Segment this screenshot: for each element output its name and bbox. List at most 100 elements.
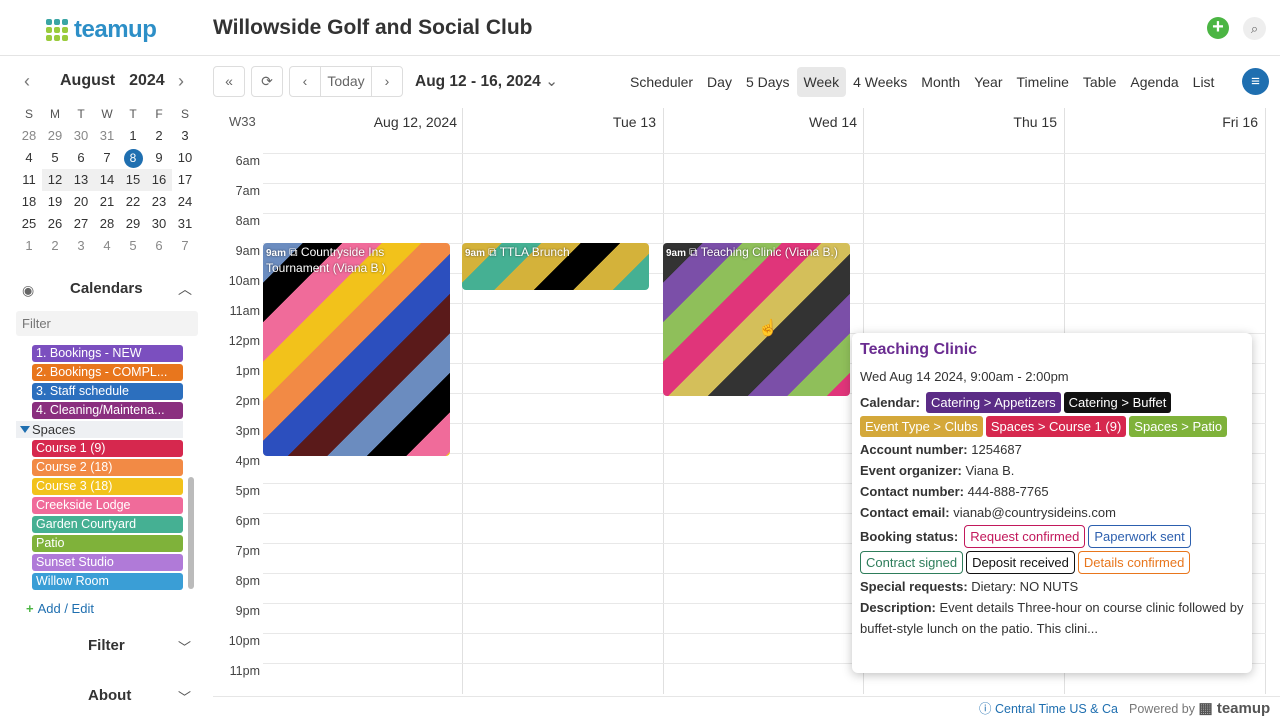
prev-week-button[interactable]: ‹ [289, 66, 321, 97]
mini-day[interactable]: 7 [94, 147, 120, 169]
sidebar-scrollbar[interactable] [188, 477, 194, 589]
refresh-button[interactable]: ⟳ [251, 66, 283, 97]
teamup-logo[interactable]: teamup [46, 16, 157, 44]
mini-day[interactable]: 10 [172, 147, 198, 169]
calendar-event[interactable]: 9am ⧉ Teaching Clinic (Viana B.) [663, 243, 850, 396]
calendar-tag[interactable]: Catering > Appetizers [925, 392, 1061, 413]
mini-day[interactable]: 2 [42, 235, 68, 257]
mini-day[interactable]: 30 [146, 213, 172, 235]
mini-day[interactable]: 13 [68, 169, 94, 191]
mini-day[interactable]: 31 [172, 213, 198, 235]
day-header[interactable]: Aug 12, 2024 [263, 108, 457, 136]
mini-month[interactable]: August [60, 72, 115, 89]
calendar-item[interactable]: 4. Cleaning/Maintena... [32, 402, 183, 419]
calendar-item[interactable]: 2. Bookings - COMPL... [32, 364, 183, 381]
mini-day[interactable]: 3 [172, 125, 198, 147]
prev-month-icon[interactable]: ‹ [24, 71, 30, 91]
mini-day[interactable]: 29 [42, 125, 68, 147]
mini-day[interactable]: 6 [68, 147, 94, 169]
add-edit-link[interactable]: + Add / Edit [26, 601, 94, 616]
day-header[interactable]: Thu 15 [863, 108, 1057, 136]
today-button[interactable]: Today [320, 66, 372, 97]
mini-day[interactable]: 6 [146, 235, 172, 257]
eye-icon[interactable]: ◉ [22, 282, 34, 299]
mini-day[interactable]: 29 [120, 213, 146, 235]
day-header[interactable]: Fri 16 [1064, 108, 1258, 136]
mini-day[interactable]: 16 [146, 169, 172, 191]
mini-day[interactable]: 1 [120, 125, 146, 147]
mini-day[interactable]: 23 [146, 191, 172, 213]
collapse-sidebar-button[interactable]: « [213, 66, 245, 97]
mini-day[interactable]: 3 [68, 235, 94, 257]
calendar-tag[interactable]: Event Type > Clubs [860, 416, 983, 437]
view-4-weeks[interactable]: 4 Weeks [846, 67, 914, 97]
mini-day[interactable]: 12 [42, 169, 68, 191]
filter-section[interactable]: Filter ﹀ [0, 637, 213, 657]
mini-day[interactable]: 8 [120, 147, 146, 169]
chevron-down-icon[interactable]: ﹀ [178, 637, 191, 656]
view-list[interactable]: List [1186, 67, 1222, 97]
about-section[interactable]: About ﹀ [0, 687, 213, 707]
calendar-tag[interactable]: Catering > Buffet [1063, 392, 1172, 413]
mini-day[interactable]: 5 [120, 235, 146, 257]
date-range-picker[interactable]: Aug 12 - 16, 2024 ⌄ [415, 72, 558, 91]
calendar-item[interactable]: Willow Room [32, 573, 183, 590]
view-month[interactable]: Month [914, 67, 967, 97]
mini-day[interactable]: 28 [16, 125, 42, 147]
mini-day[interactable]: 2 [146, 125, 172, 147]
calendar-item[interactable]: Patio [32, 535, 183, 552]
search-icon[interactable]: ⌕ [1243, 17, 1266, 40]
mini-day[interactable]: 4 [94, 235, 120, 257]
day-header[interactable]: Tue 13 [462, 108, 656, 136]
calendar-item[interactable]: Course 1 (9) [32, 440, 183, 457]
add-event-button[interactable]: + [1207, 17, 1229, 39]
next-month-icon[interactable]: › [178, 71, 184, 91]
next-week-button[interactable]: › [371, 66, 403, 97]
mini-day[interactable]: 26 [42, 213, 68, 235]
view-scheduler[interactable]: Scheduler [623, 67, 700, 97]
calendar-event[interactable]: 9am ⧉ Countryside Ins Tournament (Viana B… [263, 243, 450, 456]
calendar-item[interactable]: Course 3 (18) [32, 478, 183, 495]
mini-day[interactable]: 30 [68, 125, 94, 147]
view-timeline[interactable]: Timeline [1010, 67, 1076, 97]
view-table[interactable]: Table [1076, 67, 1123, 97]
mini-day[interactable]: 7 [172, 235, 198, 257]
calendar-item[interactable]: Sunset Studio [32, 554, 183, 571]
mini-day[interactable]: 11 [16, 169, 42, 191]
calendar-filter-input[interactable] [16, 311, 198, 336]
mini-day[interactable]: 15 [120, 169, 146, 191]
mini-day[interactable]: 1 [16, 235, 42, 257]
popup-title[interactable]: Teaching Clinic [860, 341, 1244, 359]
view-year[interactable]: Year [967, 67, 1009, 97]
calendar-event[interactable]: 9am ⧉ TTLA Brunch [462, 243, 649, 290]
mini-day[interactable]: 22 [120, 191, 146, 213]
mini-day[interactable]: 5 [42, 147, 68, 169]
chevron-up-icon[interactable]: ︿ [178, 279, 192, 299]
calendar-tag[interactable]: Spaces > Patio [1129, 416, 1228, 437]
menu-icon[interactable]: ≡ [1242, 68, 1269, 95]
chevron-down-icon[interactable]: ﹀ [178, 687, 191, 706]
mini-day[interactable]: 21 [94, 191, 120, 213]
mini-day[interactable]: 4 [16, 147, 42, 169]
mini-day[interactable]: 27 [68, 213, 94, 235]
mini-day[interactable]: 14 [94, 169, 120, 191]
timezone-link[interactable]: ⓘ Central Time US & Ca [979, 697, 1118, 720]
view-5-days[interactable]: 5 Days [739, 67, 797, 97]
calendar-item[interactable]: Creekside Lodge [32, 497, 183, 514]
day-header[interactable]: Wed 14 [663, 108, 857, 136]
mini-day[interactable]: 18 [16, 191, 42, 213]
calendar-item[interactable]: Garden Courtyard [32, 516, 183, 533]
mini-day[interactable]: 31 [94, 125, 120, 147]
calendar-group-spaces[interactable]: Spaces [16, 421, 183, 438]
mini-day[interactable]: 20 [68, 191, 94, 213]
calendar-item[interactable]: 3. Staff schedule [32, 383, 183, 400]
mini-day[interactable]: 19 [42, 191, 68, 213]
mini-day[interactable]: 9 [146, 147, 172, 169]
calendar-item[interactable]: 1. Bookings - NEW [32, 345, 183, 362]
mini-day[interactable]: 28 [94, 213, 120, 235]
mini-day[interactable]: 25 [16, 213, 42, 235]
view-day[interactable]: Day [700, 67, 739, 97]
powered-by[interactable]: Powered by ▦ teamup [1129, 697, 1270, 720]
mini-day[interactable]: 17 [172, 169, 198, 191]
view-agenda[interactable]: Agenda [1123, 67, 1185, 97]
